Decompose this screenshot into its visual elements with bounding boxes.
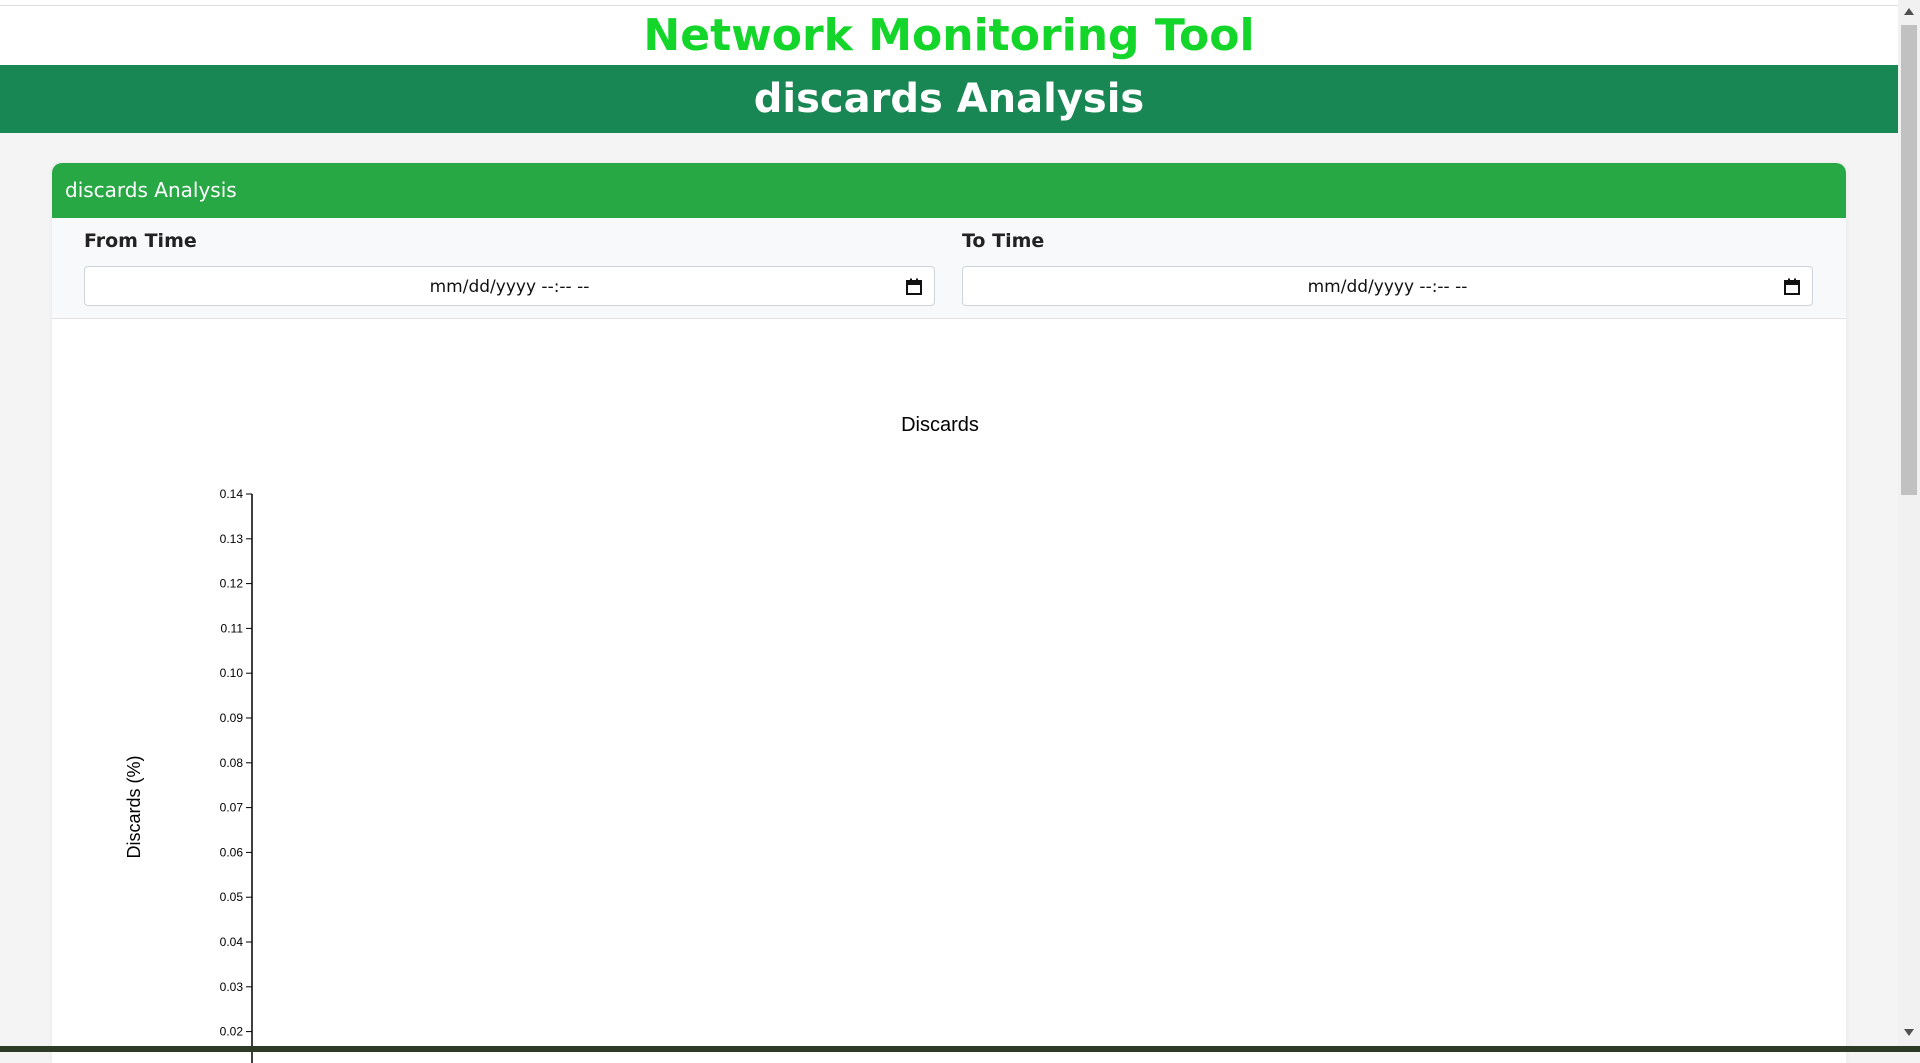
- y-tick-label: 0.08: [220, 756, 244, 770]
- calendar-icon[interactable]: [906, 278, 922, 295]
- y-tick-label: 0.14: [220, 487, 244, 501]
- y-axis: 0.14 0.13 0.12 0.11 0.10 0.09 0.08 0.07 0.06 0.05…: [220, 487, 253, 1063]
- to-time-placeholder: mm/dd/yyyy --:-- --: [1307, 277, 1468, 297]
- taskbar-edge: [0, 1046, 1920, 1052]
- from-time-input[interactable]: mm/dd/yyyy --:-- --: [84, 266, 935, 306]
- from-time-placeholder: mm/dd/yyyy --:-- --: [429, 277, 590, 297]
- scroll-up-arrow-icon[interactable]: [1904, 8, 1914, 15]
- y-tick-label: 0.04: [220, 935, 244, 949]
- y-tick-label: 0.05: [220, 890, 244, 904]
- page-title: discards Analysis: [0, 65, 1898, 133]
- y-tick-label: 0.02: [220, 1025, 244, 1039]
- y-tick-label: 0.06: [220, 845, 244, 859]
- y-tick-label: 0.03: [220, 980, 244, 994]
- y-axis-label: Discards (%): [124, 755, 144, 858]
- to-time-label: To Time: [962, 230, 1045, 252]
- y-tick-label: 0.13: [220, 532, 244, 546]
- app-title: Network Monitoring Tool: [0, 6, 1898, 65]
- y-tick-label: 0.11: [221, 621, 244, 635]
- calendar-icon[interactable]: [1784, 278, 1800, 295]
- scroll-down-arrow-icon[interactable]: [1904, 1029, 1914, 1036]
- y-tick-label: 0.07: [220, 801, 244, 815]
- from-time-label: From Time: [84, 230, 197, 252]
- y-tick-label: 0.09: [220, 711, 244, 725]
- card-header: discards Analysis: [52, 163, 1846, 218]
- y-tick-label: 0.12: [220, 577, 244, 591]
- to-time-input[interactable]: mm/dd/yyyy --:-- --: [962, 266, 1813, 306]
- scrollbar-thumb[interactable]: [1901, 25, 1917, 495]
- y-tick-label: 0.10: [220, 666, 244, 680]
- discards-chart: Discards Discards (%) 0.140.130.120.110.…: [124, 414, 979, 1063]
- time-filters: From Time mm/dd/yyyy --:-- -- To Time mm…: [52, 218, 1846, 319]
- analysis-card: discards Analysis From Time mm/dd/yyyy -…: [52, 163, 1846, 1063]
- vertical-scrollbar[interactable]: [1898, 0, 1920, 1046]
- chart-title: Discards: [901, 414, 979, 436]
